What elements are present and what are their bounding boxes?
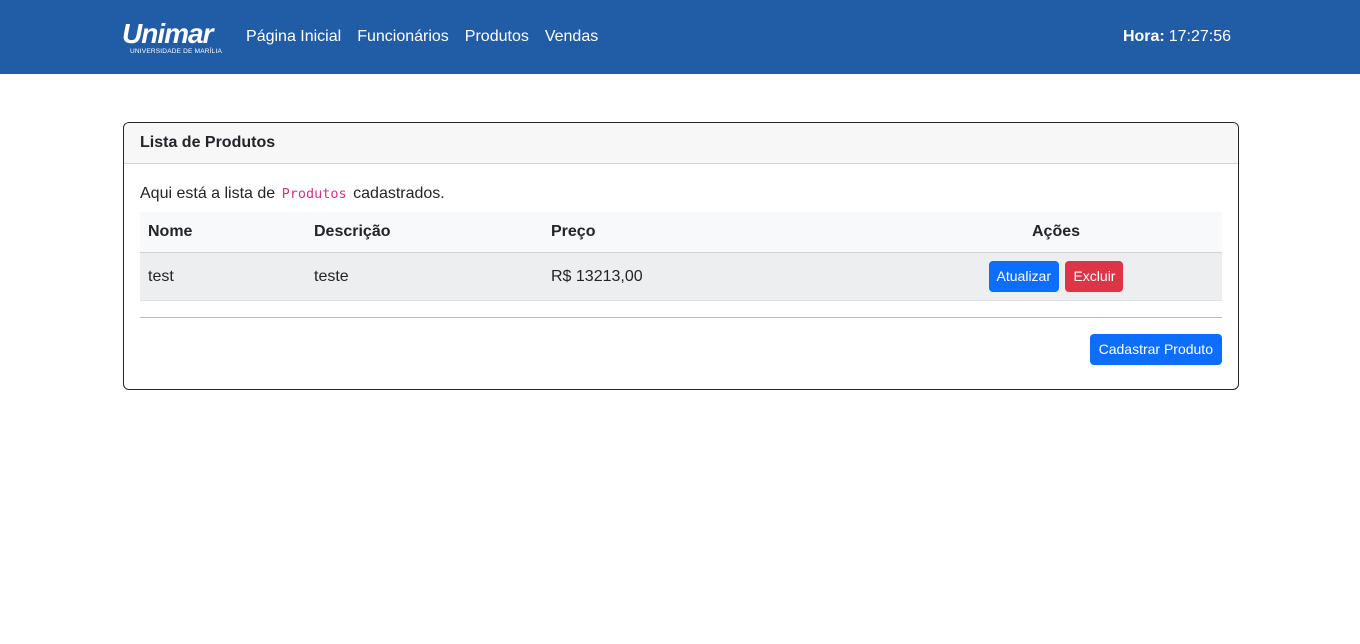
- create-product-button[interactable]: Cadastrar Produto: [1089, 334, 1222, 365]
- products-card: Lista de Produtos Aqui está a lista de P…: [123, 122, 1239, 390]
- clock-label: Hora:: [1122, 28, 1165, 45]
- card-footer: Cadastrar Produto: [140, 334, 1222, 365]
- products-table: Nome Descrição Preço Ações test teste R$…: [140, 212, 1222, 301]
- intro-code: Produtos: [281, 186, 347, 202]
- table-row: test teste R$ 13213,00 Atualizar Excluir: [140, 252, 1222, 301]
- intro-text: Aqui está a lista de Produtos cadastrado…: [140, 184, 1222, 204]
- delete-button[interactable]: Excluir: [1065, 261, 1124, 292]
- divider: [140, 317, 1222, 318]
- header-acoes: Ações: [890, 212, 1222, 253]
- logo-subtitle: UNIVERSIDADE DE MARÍLIA: [130, 47, 223, 55]
- cell-preco: R$ 13213,00: [543, 252, 890, 301]
- header-descricao: Descrição: [306, 212, 543, 253]
- nav-link-home[interactable]: Página Inicial: [246, 28, 341, 46]
- header-preco: Preço: [543, 212, 890, 253]
- nav-link-products[interactable]: Produtos: [465, 28, 529, 46]
- update-button[interactable]: Atualizar: [988, 261, 1059, 292]
- cell-acoes: Atualizar Excluir: [890, 252, 1222, 301]
- clock: Hora: 17:27:56: [1123, 28, 1231, 46]
- unimar-logo[interactable]: Unimar UNIVERSIDADE DE MARÍLIA: [122, 17, 223, 55]
- nav-link-sales[interactable]: Vendas: [545, 28, 598, 46]
- header-nome: Nome: [140, 212, 306, 253]
- card-body: Aqui está a lista de Produtos cadastrado…: [124, 184, 1238, 365]
- clock-value: 17:27:56: [1168, 28, 1231, 45]
- logo-text: Unimar: [122, 17, 213, 49]
- nav-links: Página Inicial Funcionários Produtos Ven…: [246, 28, 614, 46]
- nav-link-employees[interactable]: Funcionários: [357, 28, 449, 46]
- cell-nome: test: [140, 252, 306, 301]
- top-navbar: Unimar UNIVERSIDADE DE MARÍLIA Página In…: [0, 0, 1360, 74]
- cell-descricao: teste: [306, 252, 543, 301]
- intro-prefix: Aqui está a lista de: [140, 185, 276, 202]
- card-title: Lista de Produtos: [124, 123, 1238, 164]
- intro-suffix: cadastrados.: [353, 185, 445, 202]
- table-header-row: Nome Descrição Preço Ações: [140, 212, 1222, 253]
